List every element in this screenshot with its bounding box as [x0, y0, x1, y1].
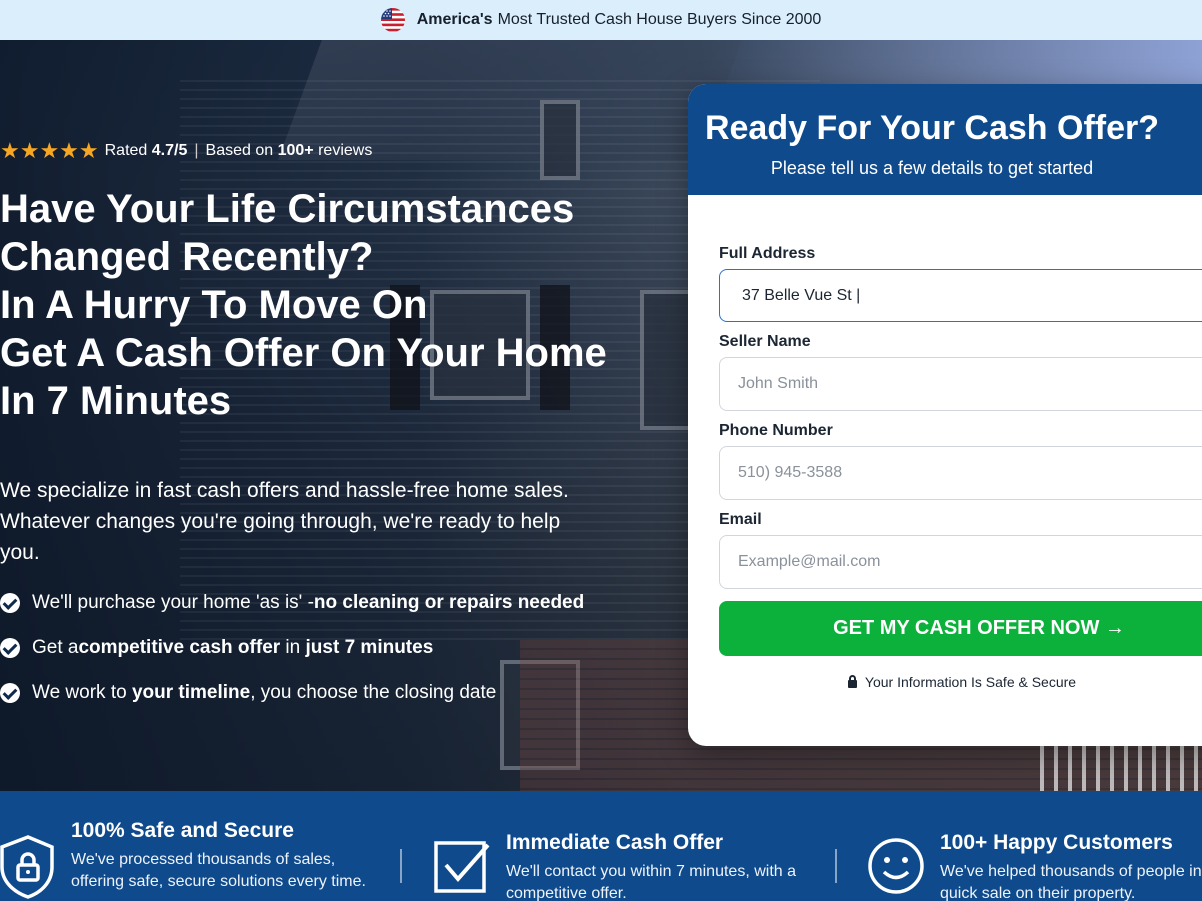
seller-name-input[interactable] [719, 357, 1202, 411]
secure-text: Your Information Is Safe & Secure [864, 674, 1077, 690]
review-count: 100+ [277, 142, 314, 159]
rating-score: 4.7/5 [151, 142, 188, 159]
headline-line: In A Hurry To Move On [0, 283, 428, 327]
headline-line: Get A Cash Offer On Your Home [0, 331, 607, 375]
address-label: Full Address [719, 245, 816, 262]
form-subtitle: Please tell us a few details to get star… [770, 158, 1094, 178]
star-rating-icon: ★★★★★ [0, 138, 99, 163]
feature-divider [835, 849, 837, 883]
headline-line: Have Your Life Circumstances [0, 187, 575, 231]
shield-lock-icon [0, 835, 56, 899]
feature-title: Immediate Cash Offer [506, 831, 724, 854]
features-bar: 100% Safe and Secure We've processed tho… [0, 791, 1202, 901]
lock-icon [847, 674, 857, 688]
secure-note: Your Information Is Safe & Secure [719, 674, 1202, 690]
benefit-emphasis: no cleaning or repairs needed [313, 591, 585, 613]
feature-title: 100% Safe and Secure [71, 819, 294, 842]
benefit-emphasis: your timeline [131, 681, 251, 703]
phone-input[interactable] [719, 446, 1202, 500]
address-input[interactable] [719, 269, 1202, 322]
tagline: Most Trusted Cash House Buyers Since 200… [497, 11, 822, 28]
feature-happy-customers: 100+ Happy Customers We've helped thousa… [867, 831, 1202, 901]
email-input[interactable] [719, 535, 1202, 589]
feature-safe-secure: 100% Safe and Secure We've processed tho… [0, 819, 371, 899]
check-icon [0, 592, 20, 613]
benefit-text: Get a [32, 636, 79, 658]
benefit-item: We'll purchase your home 'as is' - no cl… [0, 580, 584, 625]
check-icon [0, 682, 20, 703]
benefit-item: We work to your timeline, you choose the… [0, 670, 584, 715]
feature-immediate-offer: Immediate Cash Offer We'll contact you w… [434, 831, 816, 901]
benefit-text: in [280, 636, 306, 658]
feature-text: We've processed thousands of sales, offe… [71, 851, 366, 890]
feature-text: We'll contact you within 7 minutes, with… [506, 863, 796, 901]
headline-line: Changed Recently? [0, 235, 374, 279]
top-banner: America's Most Trusted Cash House Buyers… [0, 0, 1202, 40]
rated-label: Rated [104, 142, 148, 159]
form-title: Ready For Your Cash Offer? [704, 109, 1160, 147]
house-vent [540, 100, 580, 180]
get-cash-offer-button[interactable]: GET MY CASH OFFER NOW → [719, 601, 1202, 656]
smiley-icon [867, 837, 925, 895]
us-flag-icon [380, 8, 405, 32]
hero-description: We specialize in fast cash offers and ha… [0, 479, 569, 564]
feature-title: 100+ Happy Customers [940, 831, 1173, 854]
rating-separator: | [194, 142, 199, 159]
feature-divider [400, 849, 402, 883]
brand-name: America's [416, 11, 493, 28]
email-label: Email [719, 511, 762, 528]
benefit-text: We'll purchase your home 'as is' - [32, 591, 314, 613]
benefit-emphasis: just 7 minutes [305, 636, 434, 658]
phone-label: Phone Number [719, 422, 833, 439]
feature-text: We've helped thousands of people in need… [940, 863, 1202, 901]
benefit-list: We'll purchase your home 'as is' - no cl… [0, 580, 584, 715]
check-icon [0, 637, 20, 658]
cash-offer-form-card: Ready For Your Cash Offer? Please tell u… [688, 84, 1202, 746]
reviews-label: reviews [318, 142, 373, 159]
benefit-text: We work to [32, 681, 132, 703]
hero-headline: Have Your Life Circumstances Changed Rec… [0, 185, 680, 425]
form-header: Ready For Your Cash Offer? Please tell u… [688, 84, 1202, 195]
offer-form: Full Address Seller Name Phone Number Em… [688, 195, 1202, 690]
rating-row: ★★★★★ Rated 4.7/5 | Based on 100+ review… [0, 138, 372, 164]
benefit-text: , you choose the closing date [250, 681, 497, 703]
checkbox-icon [434, 839, 490, 895]
benefit-item: Get a competitive cash offer in just 7 m… [0, 625, 584, 670]
headline-line: In 7 Minutes [0, 379, 232, 423]
seller-name-label: Seller Name [719, 333, 811, 350]
based-on-label: Based on [205, 142, 274, 159]
benefit-emphasis: competitive cash offer [78, 636, 281, 658]
